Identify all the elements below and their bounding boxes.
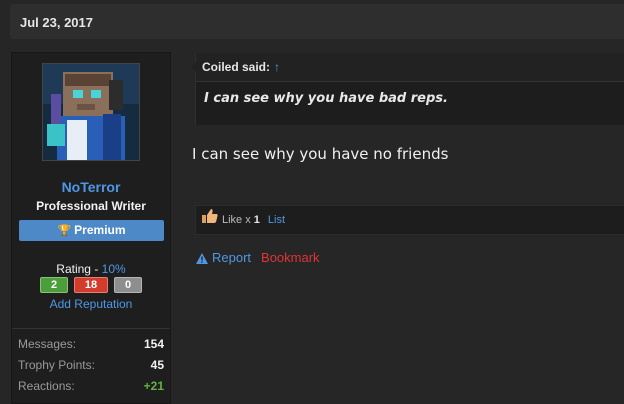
like-count: 1	[253, 214, 260, 226]
rating-percent: 10%	[101, 262, 126, 276]
stat-value: 154	[143, 337, 164, 351]
rating: Rating - 10%	[12, 262, 170, 276]
stat-label: Messages:	[18, 337, 77, 351]
quote-author: Coiled said:	[202, 60, 271, 74]
stat-messages: Messages: 154	[18, 337, 164, 351]
stat-label: Reactions:	[18, 379, 75, 393]
rep-positive-badge: 2	[40, 277, 68, 293]
post-date: Jul 23, 2017	[20, 15, 93, 30]
avatar[interactable]	[42, 63, 140, 161]
premium-badge: 🏆 Premium	[19, 220, 164, 241]
trophy-icon: 🏆	[57, 225, 72, 237]
post-actions: Report Bookmark	[196, 250, 320, 267]
premium-label: Premium	[74, 223, 126, 237]
warning-icon	[196, 252, 208, 267]
author-title: Professional Writer	[36, 199, 146, 213]
thumbs-up-icon	[202, 206, 218, 234]
quote-text: I can see why you have bad reps.	[204, 91, 448, 106]
sidebar-divider	[12, 328, 170, 329]
likes-list-link[interactable]: List	[268, 214, 285, 226]
stat-reactions: Reactions: +21	[18, 379, 164, 393]
message-text: I can see why you have no friends	[192, 145, 449, 163]
like-text: Like x	[222, 214, 254, 226]
stat-value[interactable]: 45	[151, 358, 164, 372]
post-main: Coiled said: ↑ I can see why you have bad…	[192, 0, 624, 402]
quote-block: Coiled said: ↑ I can see why you have bad…	[192, 53, 624, 125]
report-link[interactable]: Report	[212, 250, 251, 265]
rating-label: Rating -	[56, 262, 102, 276]
reputation-badges: 2 18 0	[12, 277, 170, 293]
quote-jump-arrow-icon[interactable]: ↑	[274, 60, 280, 74]
rep-negative-badge: 18	[74, 277, 108, 293]
likes-summary: Like x 1 List	[195, 205, 624, 235]
author-sidebar: NoTerror Professional Writer 🏆 Premium Ra…	[11, 52, 171, 404]
avatar-image	[43, 64, 139, 160]
quote-header: Coiled said: ↑	[196, 53, 624, 82]
quote-pointer	[192, 62, 196, 72]
stat-label: Trophy Points:	[18, 358, 95, 372]
stat-value: +21	[143, 379, 164, 393]
stat-trophy-points: Trophy Points: 45	[18, 358, 164, 372]
rep-neutral-badge: 0	[114, 277, 142, 293]
bookmark-link[interactable]: Bookmark	[261, 250, 320, 265]
add-reputation-link[interactable]: Add Reputation	[12, 297, 170, 311]
author-username[interactable]: NoTerror	[12, 179, 170, 195]
